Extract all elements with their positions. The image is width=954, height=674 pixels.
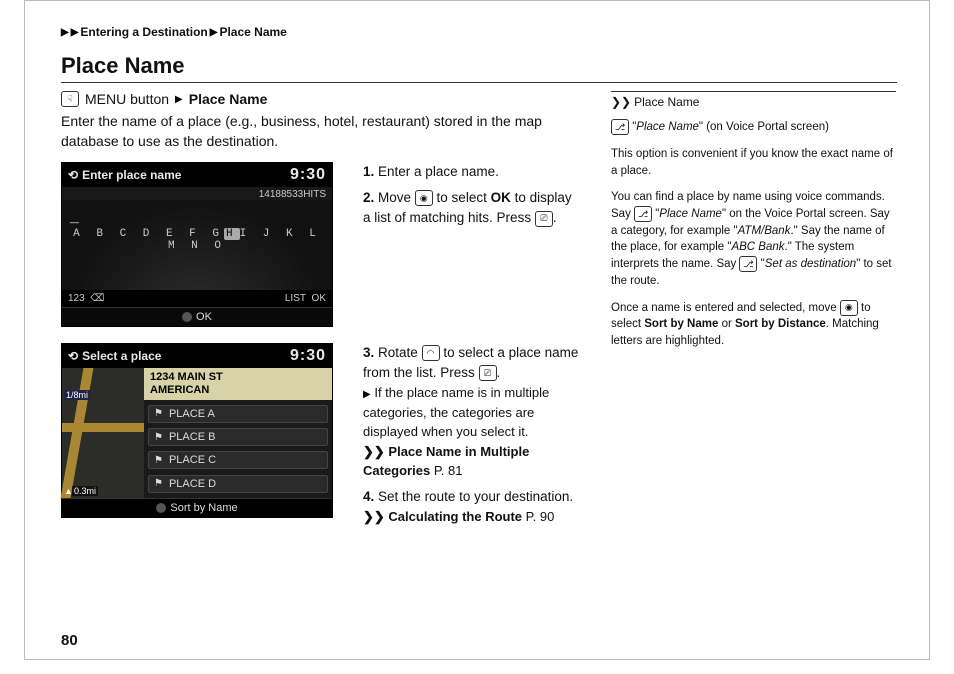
screen2-title: Select a place — [82, 349, 161, 363]
step-2: 2. Move ◉ to select OK to display a list… — [363, 188, 581, 229]
sidebar-p1: This option is convenient if you know th… — [611, 146, 896, 179]
flag-icon: ⚑ — [154, 432, 163, 443]
menu-target: Place Name — [189, 91, 268, 107]
screen1-del: ⌫ — [90, 293, 104, 304]
list-item: ⚑PLACE D — [148, 475, 328, 493]
list-item: ⚑PLACE B — [148, 428, 328, 446]
dial-letters-left: A B C D E F G — [73, 228, 224, 240]
menu-path: ☟ MENU button ▶ Place Name — [61, 91, 581, 107]
joystick-icon: ◉ — [840, 300, 858, 316]
voice-icon: ⎇ — [739, 256, 757, 272]
page-title: Place Name — [61, 53, 897, 83]
knob-icon — [156, 503, 166, 513]
breadcrumb-arrow-icon: ▶ — [61, 27, 69, 38]
ref-icon: ❯❯ — [363, 444, 385, 459]
screen2-dist-bottom: 0.3mi — [72, 486, 98, 496]
breadcrumb-parent: Entering a Destination — [80, 25, 207, 39]
ref-icon: ❯❯ — [611, 94, 631, 111]
dial-letter-selected: H — [224, 228, 240, 240]
menu-arrow-icon: ▶ — [175, 94, 183, 105]
knob-icon — [182, 312, 192, 322]
voice-icon: ⎇ — [634, 206, 652, 222]
joystick-icon: ◉ — [415, 190, 433, 206]
list-item: ⚑PLACE A — [148, 405, 328, 423]
flag-icon: ⚑ — [154, 478, 163, 489]
intro-text: Enter the name of a place (e.g., busines… — [61, 111, 581, 152]
breadcrumb-arrow-icon: ▶ — [210, 27, 218, 38]
press-icon: ⎚ — [535, 211, 553, 227]
screen1-123: 123 — [68, 293, 85, 304]
back-icon: ⟲ — [68, 349, 78, 363]
sidebar-column: ❯❯Place Name ⎇ "Place Name" (on Voice Po… — [611, 91, 896, 532]
step-3: 3. Rotate ◠ to select a place name from … — [363, 343, 581, 481]
screen1-title: Enter place name — [82, 168, 181, 182]
flag-icon: ⚑ — [154, 455, 163, 466]
step-1: 1. Enter a place name. — [363, 162, 581, 182]
screen1-clock: 9:30 — [290, 166, 326, 184]
flag-icon: ⚑ — [154, 408, 163, 419]
screen2-sort-label: Sort by Name — [170, 502, 237, 514]
sidebar-p2: You can find a place by name using voice… — [611, 189, 896, 289]
breadcrumb-current: Place Name — [219, 25, 286, 39]
steps-1-2: 1. Enter a place name. 2. Move ◉ to sele… — [345, 162, 581, 235]
main-column: ☟ MENU button ▶ Place Name Enter the nam… — [61, 91, 581, 532]
step-4: 4. Set the route to your destination. ❯❯… — [363, 487, 581, 527]
list-item: ⚑PLACE C — [148, 451, 328, 469]
screen2-clock: 9:30 — [290, 347, 326, 365]
sidebar-voice-line: ⎇ "Place Name" (on Voice Portal screen) — [611, 119, 896, 136]
ref-icon: ❯❯ — [363, 509, 385, 524]
screen2-dist-top: 1/8mi — [64, 390, 90, 400]
step-3-ref: ❯❯ Place Name in Multiple Categories P. … — [363, 442, 581, 481]
screenshot-select-a-place: ⟲Select a place 9:30 1/8mi ▲ 0.3mi 1234 — [61, 343, 333, 518]
sidebar-heading: ❯❯Place Name — [611, 91, 896, 111]
screen2-map: 1/8mi ▲ 0.3mi — [62, 368, 144, 498]
screen1-ok: OK — [312, 293, 326, 304]
press-icon: ⎚ — [479, 365, 497, 381]
screenshot-enter-place-name: ⟲ Enter place name 9:30 14188533HITS _ A … — [61, 162, 333, 327]
page-frame: ▶ ▶ Entering a Destination ▶ Place Name … — [24, 0, 930, 660]
sidebar-p3: Once a name is entered and selected, mov… — [611, 300, 896, 350]
breadcrumb: ▶ ▶ Entering a Destination ▶ Place Name — [61, 25, 897, 39]
menu-button-label: MENU button — [85, 91, 169, 107]
page-number: 80 — [61, 632, 78, 649]
steps-3-4: 3. Rotate ◠ to select a place name from … — [345, 343, 581, 533]
screen2-address: 1234 MAIN ST AMERICAN — [144, 368, 332, 400]
rotate-icon: ◠ — [422, 345, 440, 361]
screen2-place-list: ⚑PLACE A ⚑PLACE B ⚑PLACE C ⚑PLACE D — [144, 400, 332, 498]
back-icon: ⟲ — [68, 168, 78, 182]
screen1-list: LIST — [285, 293, 306, 304]
step-3-sub: ▶ If the place name is in multiple categ… — [363, 383, 581, 442]
screen1-knob-label: OK — [196, 311, 212, 323]
screen1-hits: 14188533HITS — [62, 187, 332, 200]
voice-icon: ⎇ — [611, 119, 629, 135]
screen1-cursor: _ — [70, 208, 79, 226]
finger-icon: ☟ — [61, 91, 79, 107]
screen1-dial: _ A B C D E F GHI J K L M N O — [62, 200, 332, 290]
breadcrumb-arrow-icon: ▶ — [71, 27, 79, 38]
step-4-ref: ❯❯ Calculating the Route P. 90 — [363, 507, 581, 527]
